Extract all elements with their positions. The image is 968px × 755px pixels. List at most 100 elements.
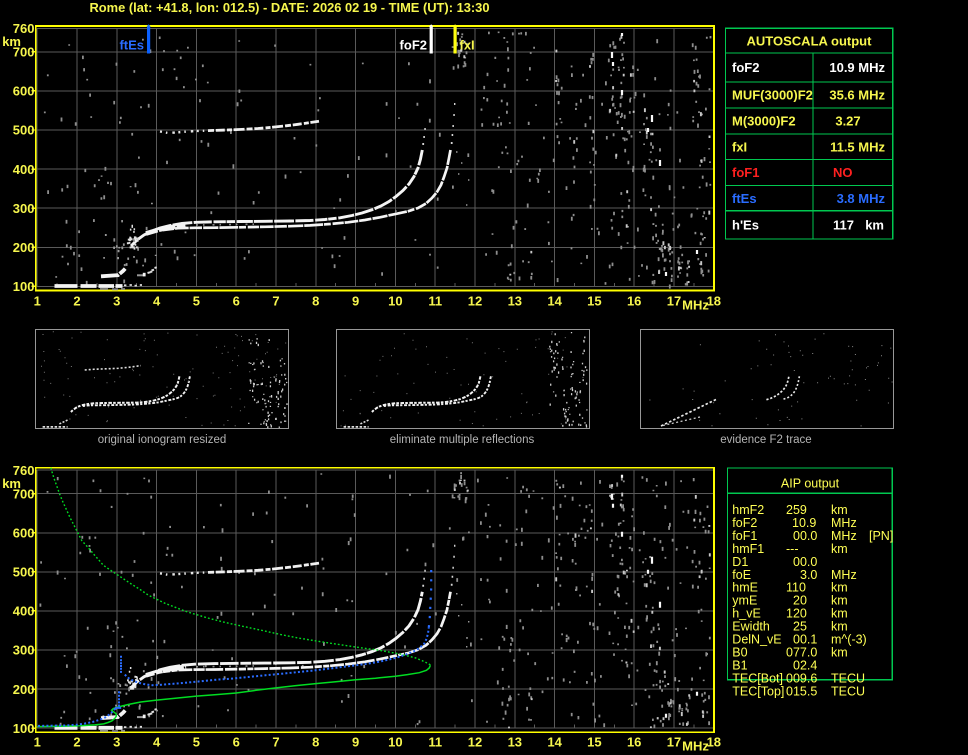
svg-text:MHz: MHz — [682, 739, 709, 754]
svg-text:hmE: hmE — [732, 581, 758, 595]
svg-text:2: 2 — [73, 735, 80, 750]
svg-text:MUF(3000)F2: MUF(3000)F2 — [732, 88, 813, 103]
svg-text:evidence F2 trace: evidence F2 trace — [720, 434, 811, 446]
svg-text:600: 600 — [13, 526, 35, 541]
svg-text:6: 6 — [233, 735, 240, 750]
svg-text:TECU: TECU — [831, 671, 865, 685]
svg-text:TECU: TECU — [831, 684, 865, 698]
svg-text:foF2: foF2 — [732, 60, 759, 75]
svg-text:ymE: ymE — [732, 594, 757, 608]
svg-text:B0: B0 — [732, 645, 747, 659]
svg-text:3: 3 — [113, 735, 120, 750]
svg-text:7: 7 — [272, 735, 279, 750]
svg-text:ftEs: ftEs — [119, 38, 144, 53]
svg-text:Ewidth: Ewidth — [732, 620, 770, 634]
svg-text:3: 3 — [113, 294, 120, 309]
svg-text:TEC[Top]: TEC[Top] — [732, 684, 784, 698]
svg-text:M(3000)F2: M(3000)F2 — [732, 114, 796, 129]
svg-text:3.8 MHz: 3.8 MHz — [837, 191, 886, 206]
svg-text:4: 4 — [153, 735, 161, 750]
svg-text:500: 500 — [13, 565, 35, 580]
svg-text:25: 25 — [793, 620, 807, 634]
svg-text:14: 14 — [547, 735, 562, 750]
svg-text:km: km — [2, 476, 21, 491]
svg-text:200: 200 — [13, 240, 35, 255]
svg-text:AUTOSCALA output: AUTOSCALA output — [747, 34, 873, 49]
svg-text:00.1: 00.1 — [793, 633, 817, 647]
svg-text:8: 8 — [312, 735, 319, 750]
svg-text:11: 11 — [428, 735, 442, 750]
svg-text:km: km — [831, 645, 848, 659]
svg-text:13: 13 — [508, 294, 522, 309]
svg-text:7: 7 — [272, 294, 279, 309]
svg-text:15: 15 — [587, 294, 601, 309]
svg-text:km: km — [831, 581, 848, 595]
svg-text:00.0: 00.0 — [793, 529, 817, 543]
svg-text:5: 5 — [193, 735, 200, 750]
svg-text:km: km — [831, 607, 848, 621]
svg-text:foF2: foF2 — [732, 516, 757, 530]
svg-text:6: 6 — [233, 294, 240, 309]
svg-text:400: 400 — [13, 162, 35, 177]
svg-text:m^(-3): m^(-3) — [831, 633, 867, 647]
svg-text:00.0: 00.0 — [793, 555, 817, 569]
svg-text:1: 1 — [34, 294, 41, 309]
svg-text:17: 17 — [667, 735, 681, 750]
svg-text:Rome (lat: +41.8, lon: 012.5): Rome (lat: +41.8, lon: 012.5) - DATE: 20… — [90, 0, 490, 15]
svg-text:35.6 MHz: 35.6 MHz — [829, 88, 885, 103]
svg-text:B1: B1 — [732, 658, 747, 672]
svg-text:h'Es: h'Es — [732, 218, 759, 233]
svg-text:10.9: 10.9 — [792, 516, 816, 530]
svg-text:2: 2 — [73, 294, 80, 309]
svg-text:fxI: fxI — [460, 38, 475, 53]
svg-text:200: 200 — [13, 682, 35, 697]
svg-text:117: 117 — [833, 218, 854, 233]
svg-text:13: 13 — [508, 735, 522, 750]
svg-text:TEC[Bot]: TEC[Bot] — [732, 671, 783, 685]
svg-text:300: 300 — [13, 201, 35, 216]
svg-text:120: 120 — [786, 607, 807, 621]
svg-text:20: 20 — [793, 594, 807, 608]
svg-text:ftEs: ftEs — [732, 191, 757, 206]
svg-text:MHz: MHz — [831, 516, 857, 530]
svg-text:300: 300 — [13, 643, 35, 658]
svg-text:02.4: 02.4 — [793, 658, 817, 672]
svg-text:17: 17 — [667, 294, 681, 309]
svg-text:16: 16 — [627, 294, 641, 309]
svg-text:DelN_vE: DelN_vE — [732, 633, 781, 647]
svg-text:foF1: foF1 — [732, 165, 759, 180]
svg-text:km: km — [831, 620, 848, 634]
svg-text:hmF2: hmF2 — [732, 503, 764, 517]
svg-text:3.27: 3.27 — [835, 114, 860, 129]
svg-text:077.0: 077.0 — [786, 645, 817, 659]
svg-text:foF1: foF1 — [732, 529, 757, 543]
svg-text:500: 500 — [13, 123, 35, 138]
svg-text:11: 11 — [428, 294, 442, 309]
svg-text:400: 400 — [13, 604, 35, 619]
svg-text:12: 12 — [468, 735, 482, 750]
svg-text:---: --- — [786, 542, 799, 556]
svg-text:16: 16 — [627, 735, 641, 750]
svg-text:110: 110 — [786, 581, 806, 595]
svg-text:8: 8 — [312, 294, 319, 309]
svg-text:MHz: MHz — [831, 529, 857, 543]
svg-text:259: 259 — [786, 503, 807, 517]
svg-text:10.9 MHz: 10.9 MHz — [829, 60, 885, 75]
svg-text:15: 15 — [587, 735, 601, 750]
svg-text:015.5: 015.5 — [786, 684, 817, 698]
svg-text:D1: D1 — [732, 555, 748, 569]
svg-text:foE: foE — [732, 568, 751, 582]
svg-text:km: km — [865, 218, 884, 233]
svg-text:AIP output: AIP output — [781, 477, 840, 491]
svg-text:100: 100 — [13, 721, 35, 736]
svg-text:km: km — [2, 34, 21, 49]
svg-text:MHz: MHz — [831, 568, 857, 582]
svg-text:foF2: foF2 — [400, 38, 427, 53]
svg-text:1: 1 — [34, 735, 41, 750]
svg-text:eliminate multiple reflections: eliminate multiple reflections — [390, 434, 535, 446]
svg-text:600: 600 — [13, 84, 35, 99]
svg-text:4: 4 — [153, 294, 161, 309]
svg-text:km: km — [831, 542, 848, 556]
svg-text:hmF1: hmF1 — [732, 542, 764, 556]
svg-text:km: km — [831, 503, 848, 517]
